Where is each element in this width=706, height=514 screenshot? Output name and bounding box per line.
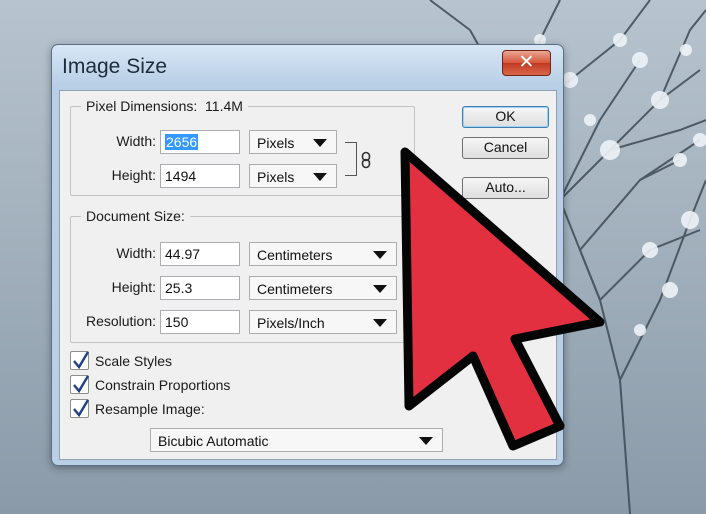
doc-width-value: 44.97 bbox=[165, 246, 201, 262]
checkmark-icon bbox=[73, 375, 90, 394]
pixel-height-unit-select[interactable]: Pixels bbox=[249, 164, 337, 188]
pixel-width-input[interactable]: 2656 bbox=[160, 130, 240, 154]
chevron-down-icon bbox=[373, 285, 387, 293]
constrain-proportions-checkbox[interactable] bbox=[70, 375, 90, 394]
pixel-height-input[interactable]: 1494 bbox=[160, 164, 240, 188]
doc-height-value: 25.3 bbox=[165, 280, 193, 296]
pixel-dimensions-heading: Pixel Dimensions: 11.4M bbox=[81, 98, 248, 114]
resolution-unit-select[interactable]: Pixels/Inch bbox=[249, 310, 397, 334]
chevron-down-icon bbox=[373, 251, 387, 259]
pixel-width-unit-select[interactable]: Pixels bbox=[249, 130, 337, 154]
chevron-down-icon bbox=[313, 173, 327, 181]
doc-width-unit-select[interactable]: Centimeters bbox=[249, 242, 397, 266]
close-button[interactable]: ✕ bbox=[502, 50, 551, 76]
resample-image-label: Resample Image: bbox=[95, 401, 205, 417]
scale-styles-label: Scale Styles bbox=[95, 353, 173, 369]
constrain-link-bracket bbox=[345, 142, 357, 176]
ok-button[interactable]: OK bbox=[462, 106, 549, 128]
pixel-height-label: Height: bbox=[111, 167, 156, 183]
doc-width-unit: Centimeters bbox=[257, 247, 333, 263]
pixel-height-value: 1494 bbox=[165, 168, 197, 184]
resolution-value: 150 bbox=[165, 314, 189, 330]
doc-width-input[interactable]: 44.97 bbox=[160, 242, 240, 266]
doc-height-unit-select[interactable]: Centimeters bbox=[249, 276, 397, 300]
checkmark-icon bbox=[73, 399, 90, 418]
resample-method-value: Bicubic Automatic bbox=[158, 433, 269, 449]
scale-styles-checkbox[interactable] bbox=[70, 351, 90, 370]
resolution-input[interactable]: 150 bbox=[160, 310, 240, 334]
doc-height-unit: Centimeters bbox=[257, 281, 333, 297]
doc-height-label: Height: bbox=[111, 279, 156, 295]
dialog-title: Image Size bbox=[62, 55, 168, 78]
pixel-height-unit: Pixels bbox=[257, 169, 295, 185]
pixel-width-label: Width: bbox=[116, 133, 156, 149]
chevron-down-icon bbox=[373, 319, 387, 327]
document-size-heading: Document Size: bbox=[81, 208, 190, 224]
constrain-proportions-label: Constrain Proportions bbox=[95, 377, 231, 393]
chevron-down-icon bbox=[313, 139, 327, 147]
resample-image-checkbox[interactable] bbox=[70, 399, 90, 418]
resolution-label: Resolution: bbox=[85, 313, 156, 329]
checkmark-icon bbox=[73, 351, 90, 370]
resolution-unit: Pixels/Inch bbox=[257, 315, 325, 331]
doc-width-label: Width: bbox=[116, 245, 156, 261]
red-arrow-pointer-icon bbox=[400, 147, 605, 451]
pixel-width-value: 2656 bbox=[165, 134, 199, 150]
pixel-dimensions-size: 11.4M bbox=[205, 98, 243, 114]
chain-link-icon bbox=[361, 151, 371, 169]
doc-height-input[interactable]: 25.3 bbox=[160, 276, 240, 300]
pixel-width-unit: Pixels bbox=[257, 135, 295, 151]
